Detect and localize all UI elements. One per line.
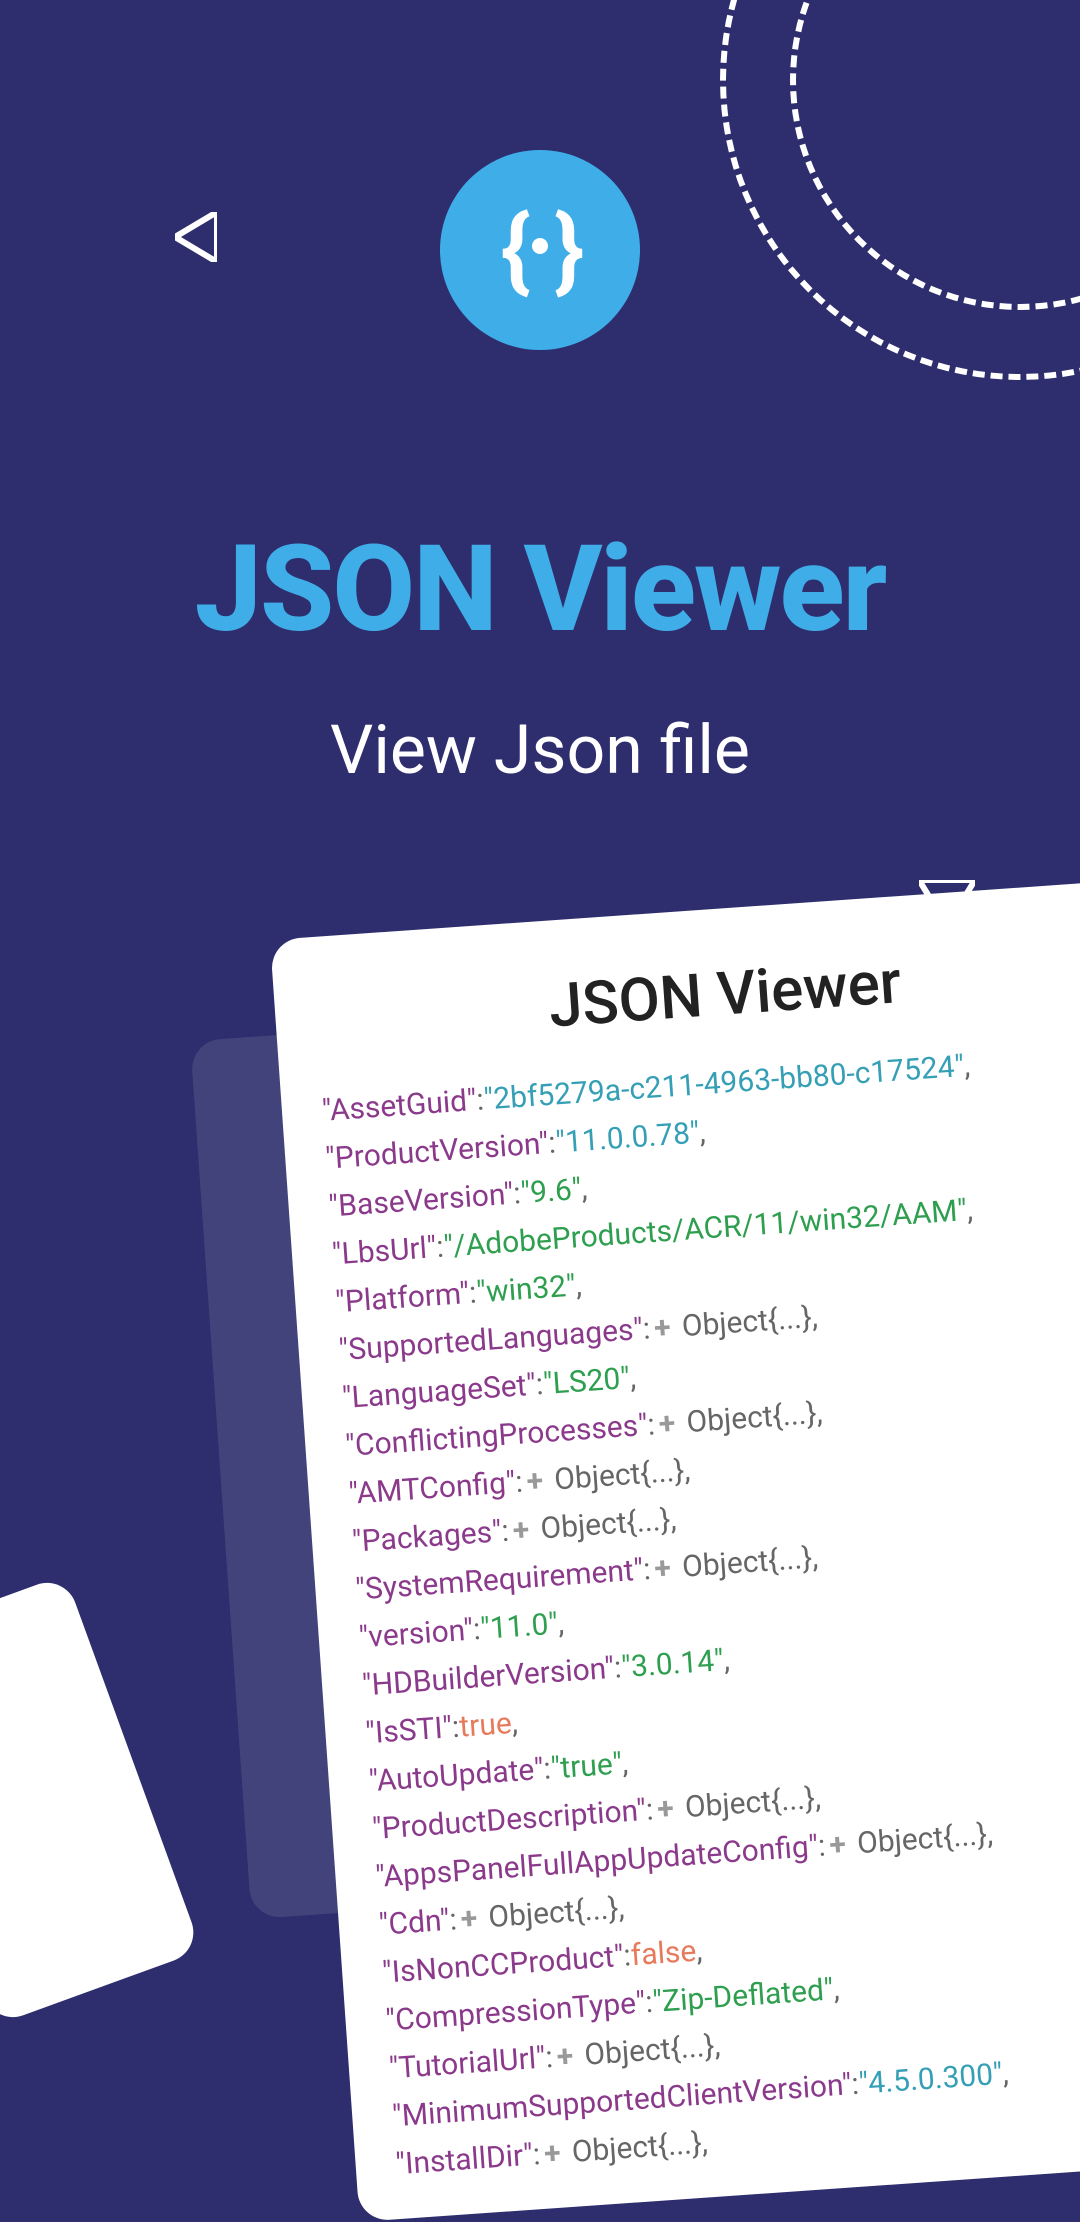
json-viewer-card: JSON Viewer "AssetGuid":"2bf5279a-c211-4… [270, 877, 1080, 2222]
hero-title: JSON Viewer [0, 520, 1080, 660]
card-title: JSON Viewer [313, 930, 1080, 1058]
decorative-corner [0, 1574, 202, 2025]
app-logo: {} [440, 150, 640, 350]
json-content: "AssetGuid":"2bf5279a-c211-4963-bb80-c17… [320, 1031, 1080, 2190]
hero-subtitle: View Json file [0, 710, 1080, 790]
braces-icon: {} [501, 197, 580, 304]
triangle-left-icon [175, 212, 217, 266]
